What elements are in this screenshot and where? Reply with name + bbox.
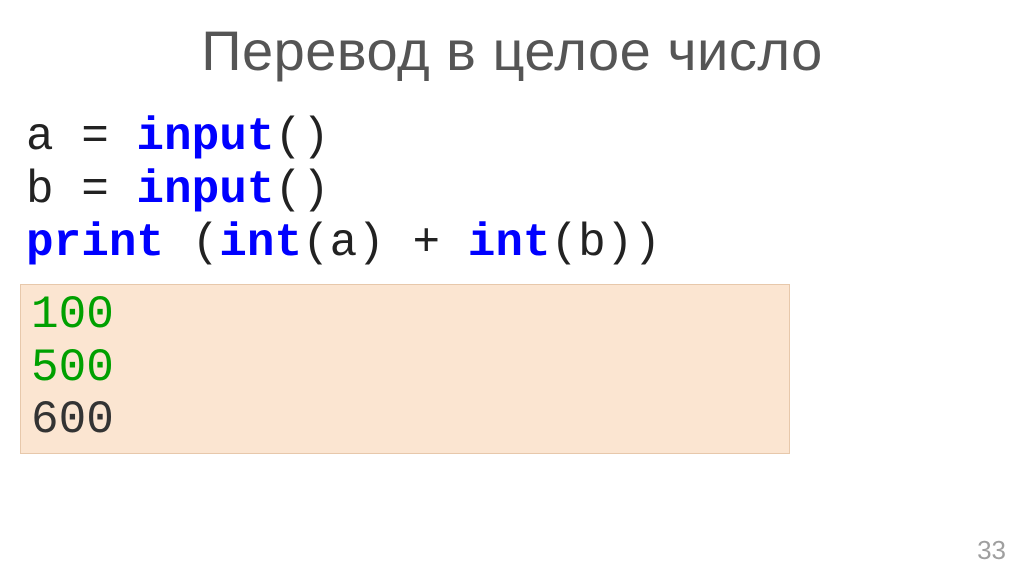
slide-title: Перевод в целое число <box>0 0 1024 111</box>
code-text: (b)) <box>551 217 661 269</box>
output-box: 100 500 600 <box>20 284 790 455</box>
code-text: a = <box>26 111 136 163</box>
code-line-3: print (int(a) + int(b)) <box>26 217 998 270</box>
keyword-print: print <box>26 217 164 269</box>
code-line-2: b = input() <box>26 164 998 217</box>
keyword-input: input <box>136 111 274 163</box>
code-block: a = input() b = input() print (int(a) + … <box>0 111 1024 270</box>
keyword-input: input <box>136 164 274 216</box>
output-line-1: 100 <box>31 289 781 342</box>
keyword-int: int <box>468 217 551 269</box>
page-number: 33 <box>977 535 1006 566</box>
output-line-2: 500 <box>31 342 781 395</box>
output-line-3: 600 <box>31 394 781 447</box>
code-text: (a) + <box>302 217 468 269</box>
keyword-int: int <box>219 217 302 269</box>
code-text: () <box>274 164 329 216</box>
code-text: () <box>274 111 329 163</box>
code-text: ( <box>192 217 220 269</box>
code-text: b = <box>26 164 136 216</box>
code-text <box>164 217 192 269</box>
code-line-1: a = input() <box>26 111 998 164</box>
